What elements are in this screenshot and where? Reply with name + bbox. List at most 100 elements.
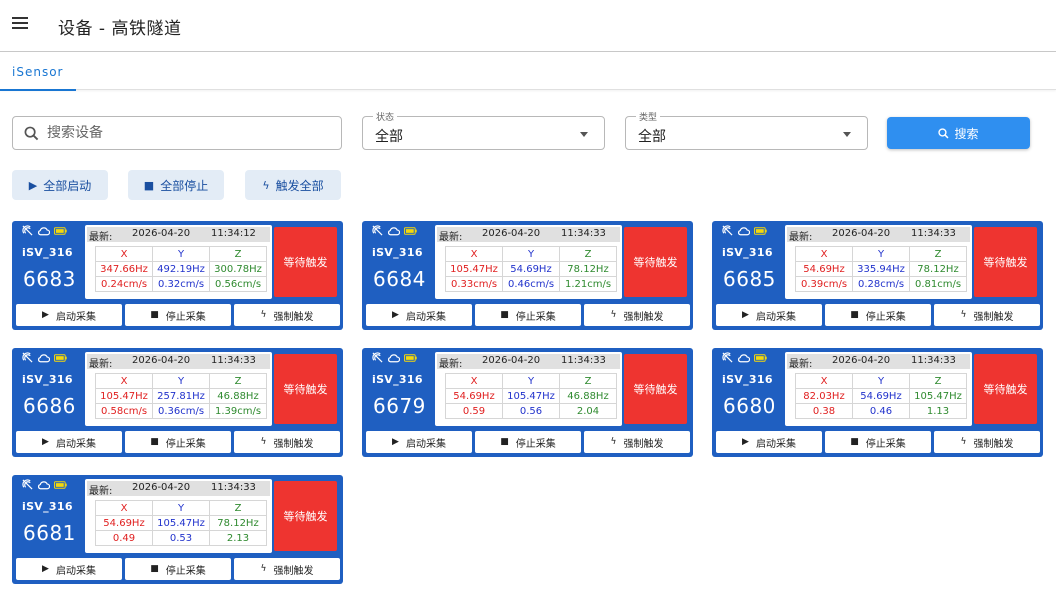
stop-collect-button[interactable]: ■ 停止采集: [475, 304, 581, 326]
status-select[interactable]: 状态 全部: [362, 110, 605, 150]
trigger-status-button[interactable]: 等待触发: [974, 227, 1037, 297]
hamburger-menu-icon[interactable]: [12, 17, 28, 31]
axis-y-label: Y: [152, 373, 210, 389]
stop-collect-button[interactable]: ■ 停止采集: [125, 304, 231, 326]
device-model: iSV_316: [22, 246, 73, 259]
start-collect-button[interactable]: ▶ 启动采集: [16, 304, 122, 326]
device-id: 6679: [373, 394, 426, 418]
velocity-row: 0.39cm/s 0.28cm/s 0.81cm/s: [795, 276, 967, 292]
device-id: 6684: [373, 267, 426, 291]
force-trigger-button[interactable]: ϟ 强制触发: [234, 304, 340, 326]
device-id: 6683: [23, 267, 76, 291]
frequency-row: 82.03Hz 54.69Hz 105.47Hz: [795, 388, 967, 404]
freq-x: 54.69Hz: [445, 388, 503, 404]
trigger-status-button[interactable]: 等待触发: [274, 354, 337, 424]
trigger-status-label: 等待触发: [983, 256, 1028, 269]
chevron-down-icon: [580, 132, 588, 137]
force-trigger-button[interactable]: ϟ 强制触发: [234, 431, 340, 453]
lightning-icon: ϟ: [610, 310, 617, 320]
trigger-status-label: 等待触发: [283, 510, 328, 523]
device-card: iSV_316 6686 最新: 2026-04-20 11:34:33 X Y…: [12, 348, 343, 457]
search-button[interactable]: 搜索: [887, 117, 1030, 149]
vel-x: 0.38: [795, 403, 853, 419]
status-icons: [722, 225, 767, 236]
vel-x: 0.33cm/s: [445, 276, 503, 292]
vel-z: 1.13: [909, 403, 967, 419]
frequency-row: 54.69Hz 105.47Hz 78.12Hz: [95, 515, 267, 531]
search-input[interactable]: [47, 125, 317, 141]
force-trigger-button[interactable]: ϟ 强制触发: [584, 304, 690, 326]
freq-z: 300.78Hz: [209, 261, 267, 277]
force-trigger-button[interactable]: ϟ 强制触发: [934, 304, 1040, 326]
device-info: iSV_316 6686: [12, 348, 84, 430]
trigger-status-button[interactable]: 等待触发: [274, 481, 337, 551]
trigger-all-button[interactable]: ϟ 触发全部: [245, 170, 341, 200]
reading-panel: 最新: 2026-04-20 11:34:33 X Y Z 54.69Hz 10…: [85, 479, 272, 553]
stop-collect-button[interactable]: ■ 停止采集: [825, 431, 931, 453]
type-select[interactable]: 类型 全部: [625, 110, 868, 150]
stop-all-button[interactable]: ■ 全部停止: [128, 170, 224, 200]
velocity-row: 0.59 0.56 2.04: [445, 403, 617, 419]
device-card: iSV_316 6679 最新: 2026-04-20 11:34:33 X Y…: [362, 348, 693, 457]
freq-y: 335.94Hz: [852, 261, 910, 277]
battery-icon: [404, 226, 417, 235]
reading-time: 11:34:33: [211, 355, 256, 366]
status-select-value: 全部: [375, 129, 403, 145]
force-trigger-button[interactable]: ϟ 强制触发: [584, 431, 690, 453]
stop-collect-button[interactable]: ■ 停止采集: [125, 558, 231, 580]
device-info: iSV_316 6684: [362, 221, 434, 303]
type-select-value: 全部: [638, 129, 666, 145]
latest-reading-row: 最新: 2026-04-20 11:34:33: [437, 227, 620, 243]
device-card: iSV_316 6683 最新: 2026-04-20 11:34:12 X Y…: [12, 221, 343, 330]
search-field[interactable]: [12, 116, 342, 150]
stop-collect-button[interactable]: ■ 停止采集: [125, 431, 231, 453]
velocity-row: 0.49 0.53 2.13: [95, 530, 267, 546]
tab-label: iSensor: [12, 65, 64, 79]
start-collect-button[interactable]: ▶ 启动采集: [716, 431, 822, 453]
force-trigger-button[interactable]: ϟ 强制触发: [234, 558, 340, 580]
search-icon: [24, 126, 39, 140]
device-model: iSV_316: [372, 246, 423, 259]
device-model: iSV_316: [722, 373, 773, 386]
start-collect-button[interactable]: ▶ 启动采集: [716, 304, 822, 326]
start-all-button[interactable]: ▶ 全部启动: [12, 170, 108, 200]
vel-z: 1.39cm/s: [209, 403, 267, 419]
trigger-status-button[interactable]: 等待触发: [624, 227, 687, 297]
battery-icon: [54, 480, 67, 489]
force-trigger-label: 强制触发: [273, 311, 314, 323]
freq-y: 492.19Hz: [152, 261, 210, 277]
start-collect-label: 启动采集: [55, 565, 96, 577]
cloud-icon: [388, 353, 400, 362]
vel-z: 0.56cm/s: [209, 276, 267, 292]
frequency-row: 54.69Hz 105.47Hz 46.88Hz: [445, 388, 617, 404]
start-collect-button[interactable]: ▶ 启动采集: [16, 431, 122, 453]
trigger-status-button[interactable]: 等待触发: [274, 227, 337, 297]
reading-time: 11:34:12: [211, 228, 256, 239]
cloud-icon: [38, 480, 50, 489]
start-collect-button[interactable]: ▶ 启动采集: [366, 304, 472, 326]
trigger-all-label: 触发全部: [275, 178, 324, 193]
tab-isensor[interactable]: iSensor: [0, 52, 76, 91]
force-trigger-button[interactable]: ϟ 强制触发: [934, 431, 1040, 453]
reading-time: 11:34:33: [561, 355, 606, 366]
trigger-status-button[interactable]: 等待触发: [974, 354, 1037, 424]
tab-bar: iSensor: [0, 52, 1056, 91]
stop-collect-button[interactable]: ■ 停止采集: [825, 304, 931, 326]
axis-z-label: Z: [209, 373, 267, 389]
status-icons: [372, 225, 417, 236]
trigger-status-label: 等待触发: [983, 383, 1028, 396]
reading-date: 2026-04-20: [832, 228, 891, 239]
reading-panel: 最新: 2026-04-20 11:34:33 X Y Z 105.47Hz 2…: [85, 352, 272, 426]
start-collect-button[interactable]: ▶ 启动采集: [16, 558, 122, 580]
signal-off-icon: [22, 479, 33, 490]
reading-date: 2026-04-20: [132, 482, 191, 493]
latest-reading-row: 最新: 2026-04-20 11:34:33: [87, 354, 270, 370]
stop-collect-label: 停止采集: [165, 311, 206, 323]
trigger-status-button[interactable]: 等待触发: [624, 354, 687, 424]
velocity-row: 0.58cm/s 0.36cm/s 1.39cm/s: [95, 403, 267, 419]
reading-panel: 最新: 2026-04-20 11:34:12 X Y Z 347.66Hz 4…: [85, 225, 272, 299]
stop-collect-button[interactable]: ■ 停止采集: [475, 431, 581, 453]
vel-x: 0.24cm/s: [95, 276, 153, 292]
latest-reading-row: 最新: 2026-04-20 11:34:12: [87, 227, 270, 243]
start-collect-button[interactable]: ▶ 启动采集: [366, 431, 472, 453]
